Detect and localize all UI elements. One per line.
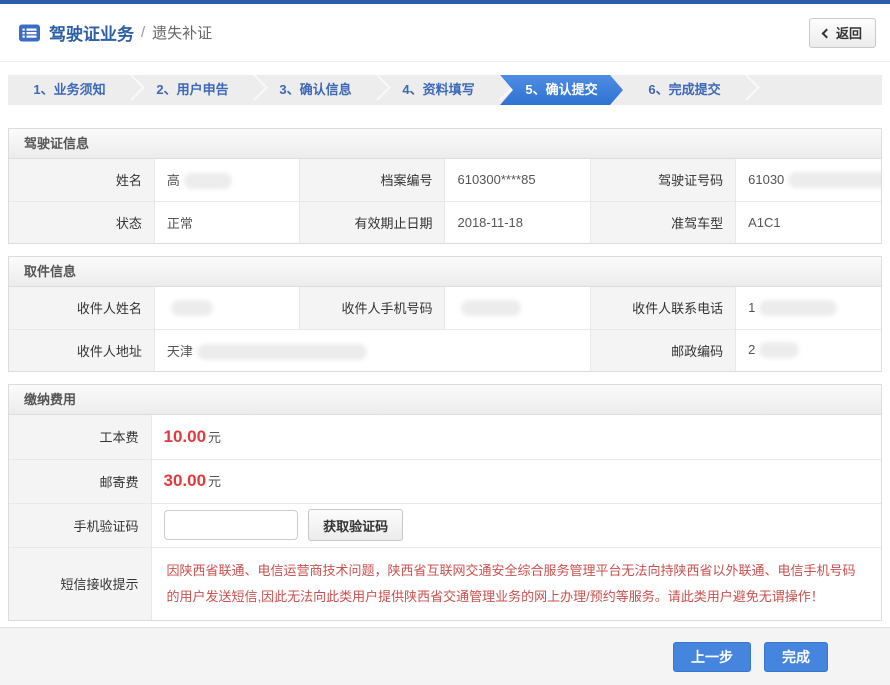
redacted-value bbox=[461, 300, 521, 316]
fee-amount: 30.00 bbox=[164, 471, 207, 490]
field-value: 1 bbox=[736, 287, 881, 329]
field-label: 工本费 bbox=[9, 415, 151, 459]
field-value: 610300****85 bbox=[445, 159, 590, 201]
section-fees: 缴纳费用 工本费10.00元邮寄费30.00元 手机验证码 获取验证码 短信接收… bbox=[8, 384, 882, 621]
step-6: 6、完成提交 bbox=[623, 75, 746, 105]
back-button-label: 返回 bbox=[836, 23, 862, 42]
step-4: 4、资料填写 bbox=[377, 75, 500, 105]
table-row: 状态正常有效期止日期2018-11-18准驾车型A1C1 bbox=[9, 201, 881, 243]
field-label: 有效期止日期 bbox=[300, 201, 445, 243]
section-pickup-info: 取件信息收件人姓名收件人手机号码收件人联系电话1收件人地址天津邮政编码2 bbox=[8, 256, 882, 372]
field-value: 天津 bbox=[154, 329, 590, 371]
fee-items: 工本费10.00元邮寄费30.00元 bbox=[9, 415, 881, 503]
field-label: 收件人姓名 bbox=[9, 287, 154, 329]
field-value bbox=[445, 287, 590, 329]
field-label: 状态 bbox=[9, 201, 154, 243]
redacted-value bbox=[759, 342, 799, 358]
table-row: 收件人姓名 收件人手机号码 收件人联系电话1 bbox=[9, 287, 881, 329]
get-code-button[interactable]: 获取验证码 bbox=[308, 509, 403, 541]
notice-row: 短信接收提示 因陕西省联通、电信运营商技术问题，陕西省互联网交通安全综合服务管理… bbox=[9, 547, 881, 620]
list-icon bbox=[18, 23, 41, 43]
section-title: 缴纳费用 bbox=[9, 385, 881, 415]
redacted-value bbox=[197, 344, 367, 360]
license-info-table: 姓名高档案编号610300****85驾驶证号码61030状态正常有效期止日期2… bbox=[9, 159, 881, 243]
field-value: A1C1 bbox=[736, 201, 881, 243]
field-value: 2 bbox=[736, 329, 881, 371]
field-label: 邮政编码 bbox=[590, 329, 735, 371]
redacted-value bbox=[171, 300, 213, 316]
redacted-value bbox=[788, 172, 881, 188]
field-label: 邮寄费 bbox=[9, 459, 151, 503]
chevron-left-icon bbox=[822, 28, 832, 38]
sections-container: 驾驶证信息姓名高档案编号610300****85驾驶证号码61030状态正常有效… bbox=[0, 128, 890, 372]
breadcrumb-separator: / bbox=[141, 24, 145, 41]
field-label: 手机验证码 bbox=[9, 503, 151, 547]
sms-code-input[interactable] bbox=[164, 510, 298, 540]
fees-table: 工本费10.00元邮寄费30.00元 手机验证码 获取验证码 短信接收提示 因陕… bbox=[9, 415, 881, 620]
back-button[interactable]: 返回 bbox=[809, 18, 876, 48]
redacted-value bbox=[759, 300, 837, 316]
fee-unit: 元 bbox=[208, 474, 221, 489]
step-2: 2、用户申告 bbox=[131, 75, 254, 105]
fee-row: 工本费 10.00元 bbox=[9, 415, 881, 459]
field-label: 驾驶证号码 bbox=[590, 159, 735, 201]
page-title[interactable]: 驾驶证业务 bbox=[49, 20, 134, 45]
done-button[interactable]: 完成 bbox=[764, 642, 828, 672]
pickup-info-table: 收件人姓名收件人手机号码收件人联系电话1收件人地址天津邮政编码2 bbox=[9, 287, 881, 371]
step-3: 3、确认信息 bbox=[254, 75, 377, 105]
field-label: 收件人联系电话 bbox=[590, 287, 735, 329]
fee-amount: 10.00 bbox=[164, 427, 207, 446]
field-value bbox=[154, 287, 299, 329]
step-1: 1、业务须知 bbox=[8, 75, 131, 105]
section-title: 取件信息 bbox=[9, 257, 881, 287]
table-row: 收件人地址天津邮政编码2 bbox=[9, 329, 881, 371]
captcha-row: 手机验证码 获取验证码 bbox=[9, 503, 881, 547]
field-value: 2018-11-18 bbox=[445, 201, 590, 243]
field-value: 高 bbox=[154, 159, 299, 201]
field-label: 姓名 bbox=[9, 159, 154, 201]
steps-bar: 1、业务须知2、用户申告3、确认信息4、资料填写5、确认提交6、完成提交 bbox=[8, 75, 882, 105]
footer-bar: 上一步 完成 bbox=[0, 627, 890, 685]
field-value: 61030 bbox=[736, 159, 881, 201]
fee-row: 邮寄费 30.00元 bbox=[9, 459, 881, 503]
breadcrumb-current: 遗失补证 bbox=[152, 22, 212, 43]
section-license-info: 驾驶证信息姓名高档案编号610300****85驾驶证号码61030状态正常有效… bbox=[8, 128, 882, 244]
field-label: 档案编号 bbox=[300, 159, 445, 201]
field-label: 准驾车型 bbox=[590, 201, 735, 243]
field-label: 收件人手机号码 bbox=[300, 287, 445, 329]
table-row: 姓名高档案编号610300****85驾驶证号码61030 bbox=[9, 159, 881, 201]
field-label: 收件人地址 bbox=[9, 329, 154, 371]
sms-notice-text: 因陕西省联通、电信运营商技术问题，陕西省互联网交通安全综合服务管理平台无法向持陕… bbox=[151, 547, 881, 620]
section-title: 驾驶证信息 bbox=[9, 129, 881, 159]
fee-unit: 元 bbox=[208, 430, 221, 445]
step-5: 5、确认提交 bbox=[500, 75, 623, 105]
prev-step-button[interactable]: 上一步 bbox=[673, 642, 751, 672]
redacted-value bbox=[184, 173, 232, 189]
page-header: 驾驶证业务 / 遗失补证 返回 bbox=[0, 4, 890, 62]
field-label: 短信接收提示 bbox=[9, 547, 151, 620]
field-value: 正常 bbox=[154, 201, 299, 243]
